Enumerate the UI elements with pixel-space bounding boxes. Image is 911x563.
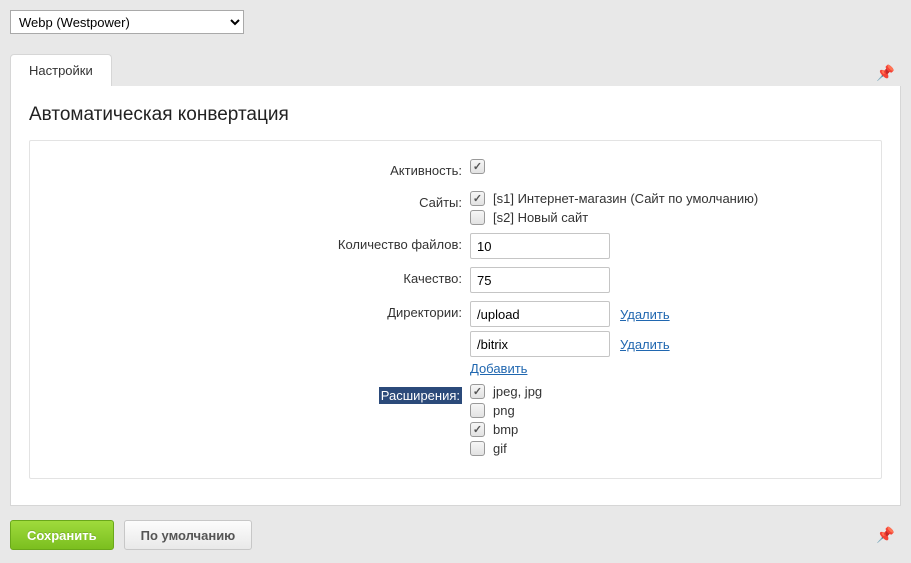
ext-jpeg-checkbox[interactable]: [470, 384, 485, 399]
active-checkbox[interactable]: [470, 159, 485, 174]
tab-settings[interactable]: Настройки: [10, 54, 112, 86]
pin-icon[interactable]: 📌: [876, 64, 901, 86]
dir-add[interactable]: Добавить: [470, 361, 527, 376]
dir-input-0[interactable]: [470, 301, 610, 327]
settings-panel: Автоматическая конвертация Активность: С…: [10, 86, 901, 506]
site-s2-checkbox[interactable]: [470, 210, 485, 225]
active-label: Активность:: [40, 159, 470, 178]
dir-delete-1[interactable]: Удалить: [620, 337, 670, 352]
site-s1-checkbox[interactable]: [470, 191, 485, 206]
save-button[interactable]: Сохранить: [10, 520, 114, 550]
quality-input[interactable]: [470, 267, 610, 293]
ext-gif-label: gif: [493, 441, 507, 456]
auto-convert-fieldset: Активность: Сайты: [s1] Интернет-магазин…: [29, 140, 882, 479]
sites-label: Сайты:: [40, 191, 470, 210]
count-label: Количество файлов:: [40, 233, 470, 252]
pin-bottom-icon[interactable]: 📌: [876, 526, 901, 544]
ext-gif-checkbox[interactable]: [470, 441, 485, 456]
quality-label: Качество:: [40, 267, 470, 286]
ext-bmp-checkbox[interactable]: [470, 422, 485, 437]
ext-png-checkbox[interactable]: [470, 403, 485, 418]
default-button[interactable]: По умолчанию: [124, 520, 253, 550]
module-select[interactable]: Webp (Westpower): [10, 10, 244, 34]
ext-label: Расширения:: [40, 384, 470, 403]
dirs-label: Директории:: [40, 301, 470, 320]
ext-png-label: png: [493, 403, 515, 418]
site-s2-label: [s2] Новый сайт: [493, 210, 588, 225]
section-title: Автоматическая конвертация: [11, 104, 900, 140]
count-input[interactable]: [470, 233, 610, 259]
ext-bmp-label: bmp: [493, 422, 518, 437]
ext-jpeg-label: jpeg, jpg: [493, 384, 542, 399]
dir-input-1[interactable]: [470, 331, 610, 357]
site-s1-label: [s1] Интернет-магазин (Сайт по умолчанию…: [493, 191, 758, 206]
dir-delete-0[interactable]: Удалить: [620, 307, 670, 322]
